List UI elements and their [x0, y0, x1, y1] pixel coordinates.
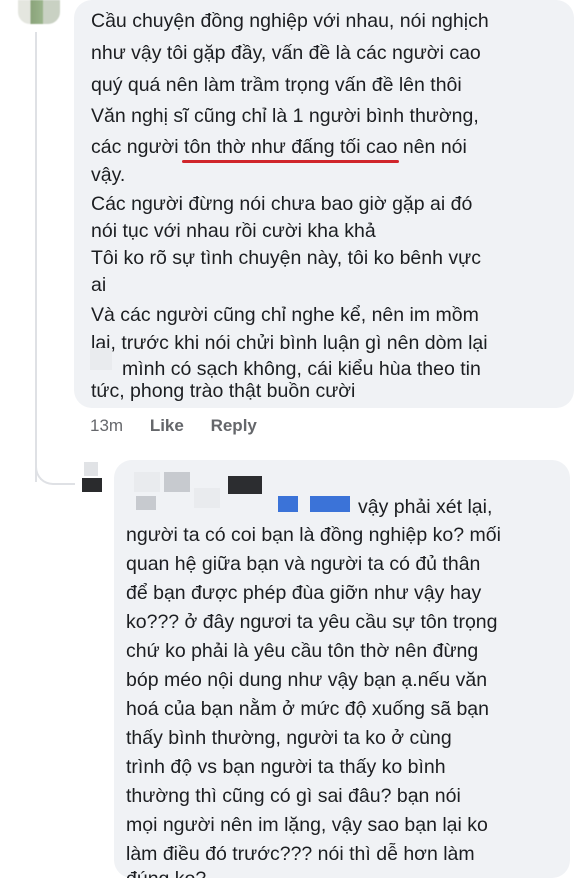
reply-text-line: hoá của bạn nằm ở mức độ xuống sã bạn	[126, 698, 489, 720]
comment-bubble: Cầu chuyện đồng nghiệp với nhau, nói ngh…	[74, 0, 574, 408]
comment-text-segment: các người	[91, 136, 185, 158]
reply-text-line: bóp méo nội dung như vậy bạn ạ.nếu văn	[126, 669, 488, 691]
comment-text-line: nói tục với nhau rồi cười kha khả	[91, 220, 376, 242]
reply-text-line: chứ ko phải là yêu cầu tôn thờ nên đừng	[126, 640, 479, 662]
reply-text-line: thường thì cũng có gì sai đâu? bạn nói	[126, 785, 461, 807]
comment-text-segment: nên nói	[397, 136, 467, 158]
redacted-mention	[278, 496, 298, 512]
underlined-phrase: tôn thờ như đấng tối cao	[182, 136, 400, 163]
commenter-avatar[interactable]	[18, 0, 60, 24]
thread-connector-curve	[35, 440, 75, 485]
redacted-block	[164, 472, 190, 492]
redacted-block	[90, 348, 112, 370]
comment-text-line: ai	[91, 274, 107, 296]
reply-text-line: trình độ vs bạn người ta thấy ko bình	[126, 756, 446, 778]
reply-bubble: vậy phải xét lại, người ta có coi bạn là…	[114, 460, 570, 878]
reply-text-line: thấy bình thường, người ta ko ở cùng	[126, 727, 452, 749]
like-button[interactable]: Like	[150, 416, 184, 436]
reply-text-line: ko??? ở đây ngươi ta yêu cầu sự tôn trọn…	[126, 611, 498, 633]
comment-text-line: tức, phong trào thật buồn cười	[91, 380, 356, 402]
comment-text-line: lại, trước khi nói chửi bình luận gì nên…	[91, 332, 488, 354]
comment-timestamp[interactable]: 13m	[90, 416, 123, 436]
comment-text-line: Và các người cũng chỉ nghe kể, nên im mồ…	[91, 304, 479, 326]
redacted-block	[228, 476, 262, 494]
avatar-pixel	[82, 478, 102, 492]
reply-text-line: mọi người nên im lặng, vậy sao bạn lại k…	[126, 814, 488, 836]
comment-text-line: Văn nghị sĩ cũng chỉ là 1 người bình thư…	[91, 105, 479, 127]
reply-avatar[interactable]	[80, 462, 104, 492]
redacted-block	[134, 472, 160, 492]
reply-text-line: người ta có coi bạn là đồng nghiệp ko? m…	[126, 524, 501, 546]
comment-text-line: Cầu chuyện đồng nghiệp với nhau, nói ngh…	[91, 10, 489, 32]
comment-text-line: Tôi ko rõ sự tình chuyện này, tôi ko bên…	[91, 247, 481, 269]
redacted-mention	[310, 496, 350, 512]
reply-button[interactable]: Reply	[211, 416, 257, 436]
reply-text-line: đúng ko?	[126, 866, 206, 878]
redacted-block	[194, 488, 220, 508]
reply-text-line: vậy phải xét lại,	[358, 496, 493, 518]
comment-text-line: Các người đừng nói chưa bao giờ gặp ai đ…	[91, 193, 473, 215]
comment-actions: 13m Like Reply	[90, 416, 279, 436]
redacted-block	[136, 496, 156, 510]
comment-thread: Cầu chuyện đồng nghiệp với nhau, nói ngh…	[0, 0, 580, 878]
reply-text-line: quan hệ giữa bạn và người ta có đủ thân	[126, 553, 481, 575]
thread-connector-line	[35, 32, 37, 482]
comment-text-line: các người tôn thờ như đấng tối cao nên n…	[91, 134, 467, 163]
comment-text-line: quý quá nên làm trầm trọng vấn đề lên th…	[91, 74, 462, 96]
avatar-pixel	[84, 462, 98, 476]
comment-text-line: như vậy tôi gặp đầy, vấn đề là các người…	[91, 42, 481, 64]
comment-text-line: vậy.	[91, 164, 126, 186]
reply-text-line: để bạn được phép đùa giỡn như vậy hay	[126, 582, 482, 604]
reply-text-line: làm điều đó trước??? nói thì dễ hơn làm	[126, 843, 475, 865]
